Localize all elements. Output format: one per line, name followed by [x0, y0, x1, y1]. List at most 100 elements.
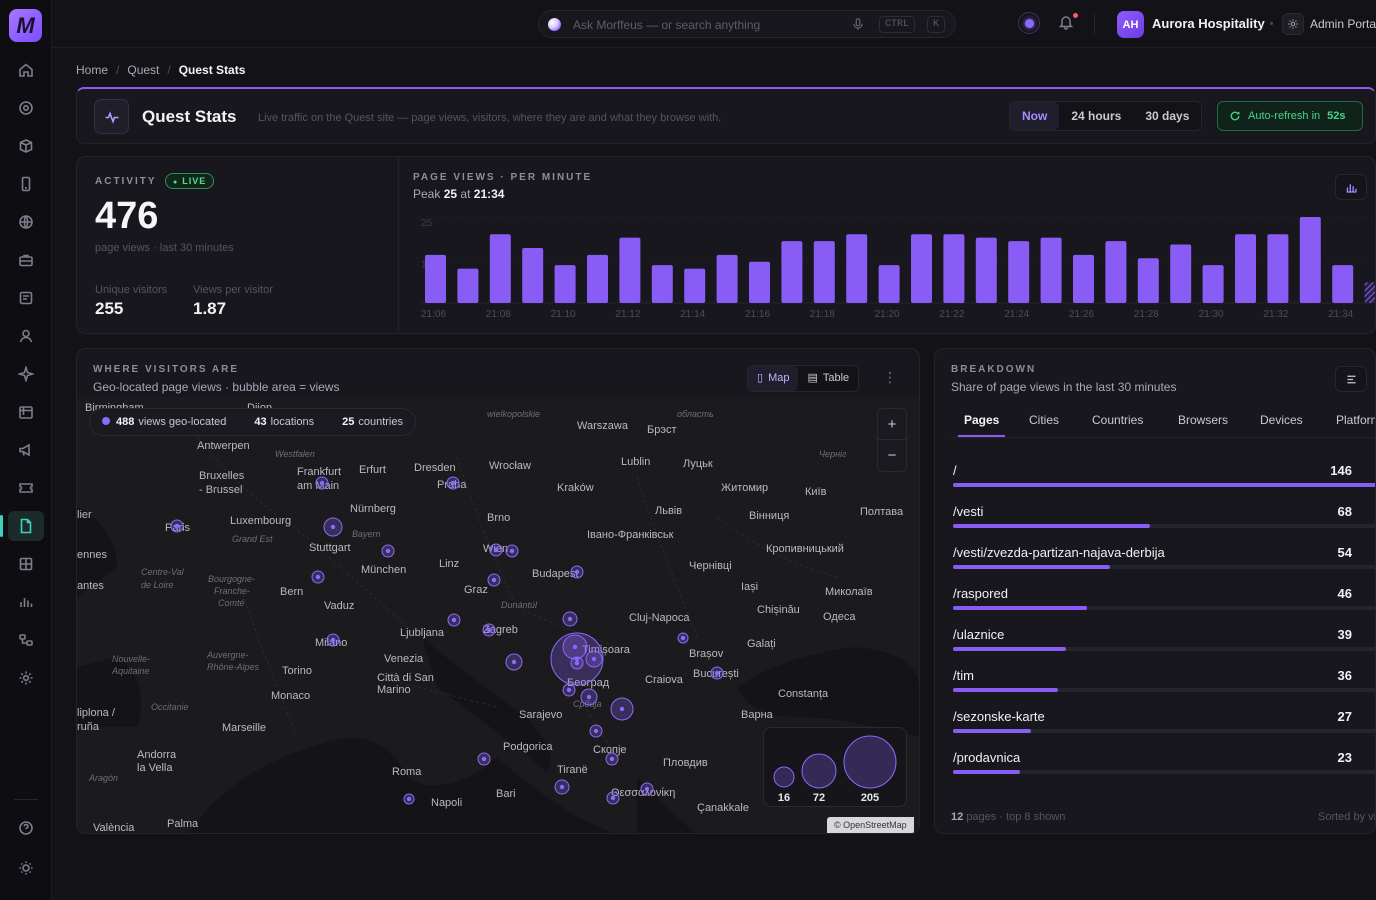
- sparkle-icon[interactable]: [14, 362, 38, 386]
- auto-refresh-button[interactable]: Auto-refresh in 52s: [1217, 101, 1363, 131]
- org-avatar[interactable]: AH: [1117, 11, 1144, 38]
- range-now-button[interactable]: Now: [1010, 102, 1060, 130]
- help-icon[interactable]: [14, 816, 38, 840]
- breadcrumb-quest[interactable]: Quest: [127, 63, 159, 77]
- bar-21:35[interactable]: [1364, 282, 1376, 303]
- range-24h-button[interactable]: 24 hours: [1059, 102, 1133, 130]
- bar-21:25[interactable]: [1040, 237, 1062, 303]
- bar-21:15[interactable]: [716, 254, 738, 303]
- app: M Ask Morffeus — or search anything CTRL…: [0, 0, 1376, 900]
- bar-21:11[interactable]: [587, 254, 608, 303]
- user-icon[interactable]: [14, 324, 38, 348]
- portal-gear-icon[interactable]: [1282, 13, 1304, 35]
- bar-21:10[interactable]: [554, 265, 576, 303]
- bar-21:23[interactable]: [975, 237, 997, 303]
- map-city-label: Palma: [167, 818, 199, 830]
- home-icon[interactable]: [14, 58, 38, 82]
- bar-chart-icon[interactable]: [14, 590, 38, 614]
- map-view-button[interactable]: ▯ Map: [748, 366, 799, 391]
- bar-21:22[interactable]: [943, 234, 965, 303]
- tab-pages[interactable]: Pages: [957, 413, 1006, 437]
- breakdown-row[interactable]: / 146: [953, 460, 1375, 501]
- breakdown-row-label: /: [953, 463, 957, 478]
- breakdown-row[interactable]: /vesti/zvezda-partizan-najava-derbija 54: [953, 542, 1375, 583]
- range-30d-button[interactable]: 30 days: [1133, 102, 1201, 130]
- breakdown-card: BREAKDOWN Share of page views in the las…: [934, 348, 1376, 834]
- notifications-bell-icon[interactable]: [1058, 13, 1078, 32]
- search-placeholder[interactable]: Ask Morffeus — or search anything: [573, 18, 760, 32]
- briefcase-icon[interactable]: [14, 248, 38, 272]
- bar-21:30[interactable]: [1202, 265, 1224, 303]
- zoom-out-button[interactable]: −: [878, 440, 906, 471]
- flow-icon[interactable]: [14, 628, 38, 652]
- breakdown-view-button[interactable]: [1335, 366, 1367, 392]
- map-subtitle: Geo-located page views · bubble area = v…: [93, 380, 340, 394]
- phone-icon[interactable]: [14, 172, 38, 196]
- chart-type-button[interactable]: [1335, 174, 1367, 200]
- bar-21:28[interactable]: [1137, 258, 1159, 303]
- grid-icon[interactable]: [14, 552, 38, 576]
- bar-21:14[interactable]: [684, 268, 706, 303]
- breadcrumb-home[interactable]: Home: [76, 63, 108, 77]
- bar-21:18[interactable]: [813, 241, 835, 303]
- bar-21:06[interactable]: [425, 254, 446, 303]
- bar-21:27[interactable]: [1105, 241, 1127, 303]
- target-icon[interactable]: [14, 96, 38, 120]
- refresh-icon: [1230, 111, 1240, 121]
- bar-21:19[interactable]: [846, 234, 868, 303]
- tab-browsers[interactable]: Browsers: [1178, 413, 1228, 427]
- breakdown-row[interactable]: /vesti 68: [953, 501, 1375, 542]
- globe-icon[interactable]: [14, 210, 38, 234]
- org-name[interactable]: Aurora Hospitality: [1152, 16, 1265, 31]
- global-search[interactable]: Ask Morffeus — or search anything CTRL K: [538, 10, 956, 38]
- bar-21:31[interactable]: [1235, 234, 1256, 303]
- bubble-legend-svg: 16 72 205: [773, 735, 897, 804]
- bar-21:16[interactable]: [749, 261, 770, 303]
- bar-21:34[interactable]: [1332, 265, 1354, 303]
- tab-countries[interactable]: Countries: [1092, 413, 1143, 427]
- bar-21:20[interactable]: [878, 265, 900, 303]
- tab-cities[interactable]: Cities: [1029, 413, 1059, 427]
- bar-21:33[interactable]: [1299, 217, 1321, 303]
- map-city-label: Brno: [487, 512, 510, 524]
- breakdown-row[interactable]: /sezonske-karte 27: [953, 706, 1375, 747]
- breakdown-row[interactable]: /prodavnica 23: [953, 747, 1375, 788]
- breakdown-row[interactable]: /tim 36: [953, 665, 1375, 706]
- bar-21:32[interactable]: [1267, 234, 1289, 303]
- theme-sun-icon[interactable]: [14, 856, 38, 880]
- auto-refresh-seconds: 52s: [1327, 110, 1346, 122]
- microphone-icon[interactable]: [851, 17, 865, 31]
- assistant-orb-button[interactable]: [1018, 12, 1040, 34]
- breakdown-sort-label[interactable]: Sorted by views: [1318, 811, 1375, 823]
- map-city-label: Roma: [392, 766, 422, 778]
- settings-icon[interactable]: [14, 666, 38, 690]
- tab-devices[interactable]: Devices: [1260, 413, 1303, 427]
- ticket-icon[interactable]: [14, 476, 38, 500]
- bar-21:24[interactable]: [1008, 241, 1030, 303]
- bar-21:26[interactable]: [1073, 254, 1094, 303]
- bar-21:29[interactable]: [1170, 244, 1192, 303]
- bar-21:21[interactable]: [911, 234, 932, 303]
- bar-21:09[interactable]: [522, 247, 544, 303]
- megaphone-icon[interactable]: [14, 438, 38, 462]
- breakdown-row[interactable]: /ulaznice 39: [953, 624, 1375, 665]
- zoom-in-button[interactable]: +: [878, 409, 906, 440]
- bar-21:17[interactable]: [781, 241, 803, 303]
- tab-platforms[interactable]: Platforms: [1336, 413, 1375, 427]
- document-icon[interactable]: [14, 286, 38, 310]
- table-view-button[interactable]: ▤ Table: [798, 366, 858, 391]
- bar-21:08[interactable]: [489, 234, 511, 303]
- app-logo[interactable]: M: [9, 9, 42, 42]
- bar-21:13[interactable]: [651, 265, 673, 303]
- map-attribution[interactable]: © OpenStreetMap: [827, 817, 914, 833]
- box-icon[interactable]: [14, 134, 38, 158]
- bar-21:12[interactable]: [619, 237, 641, 303]
- calendar-icon[interactable]: [14, 400, 38, 424]
- breakdown-row[interactable]: /raspored 46: [953, 583, 1375, 624]
- more-options-icon[interactable]: ⋮: [883, 369, 897, 386]
- geo-views-label: views geo-located: [138, 416, 227, 428]
- map-canvas[interactable]: BirminghamMagdeburgWarszawaБрэстAntwerpe…: [77, 397, 919, 833]
- bar-21:07[interactable]: [457, 268, 479, 303]
- admin-portal-link[interactable]: Admin Portal: [1310, 17, 1376, 31]
- stats-page-icon[interactable]: [0, 511, 44, 541]
